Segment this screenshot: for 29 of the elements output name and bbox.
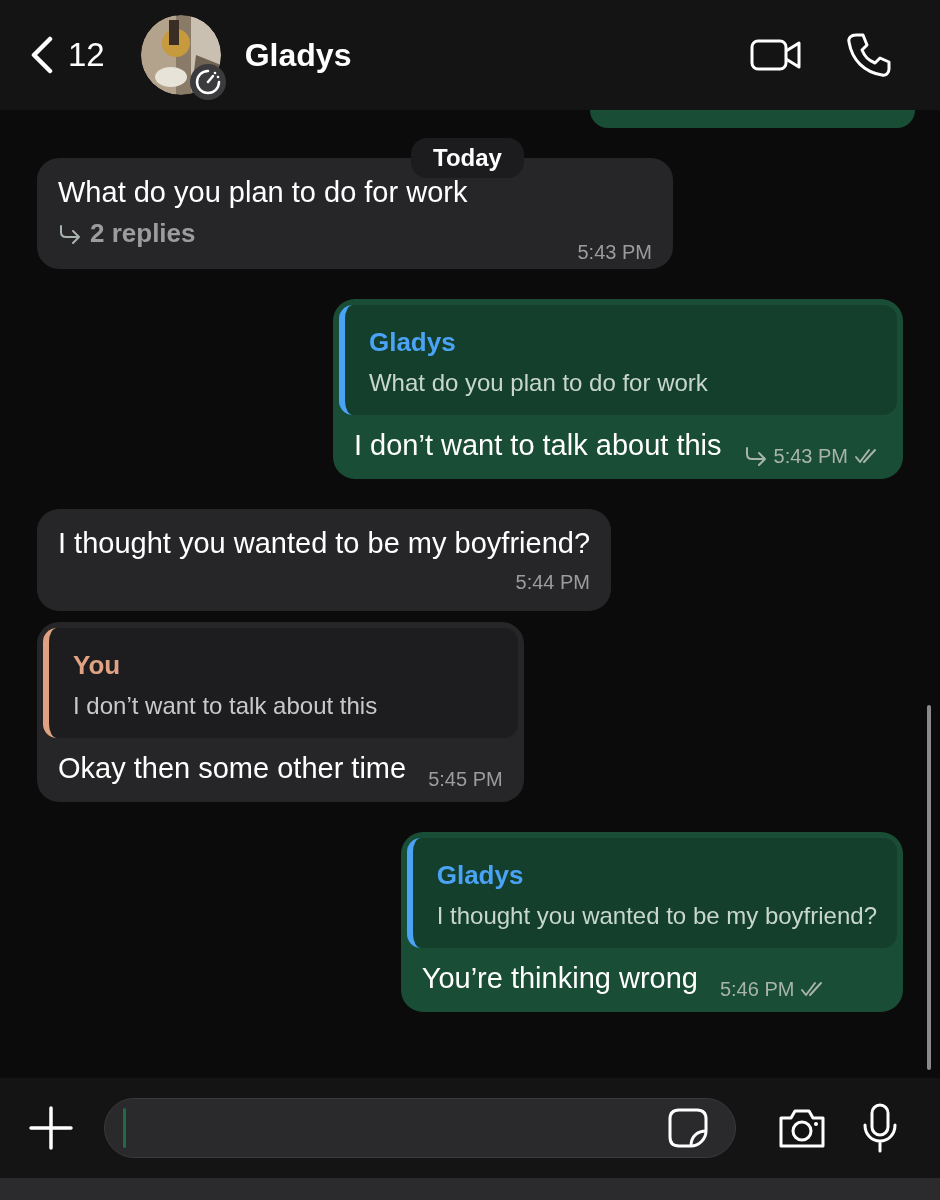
message-text: I thought you wanted to be my boyfriend? (58, 526, 590, 561)
phone-icon[interactable] (846, 32, 892, 78)
message-text: I don’t want to talk about this (353, 428, 722, 463)
message-time: 5:46 PM (719, 977, 795, 1002)
quoted-message[interactable]: You I don’t want to talk about this (43, 628, 518, 738)
message-text: What do you plan to do for work (58, 175, 468, 210)
message-time: 5:43 PM (577, 240, 652, 265)
video-call-icon[interactable] (750, 38, 802, 72)
date-chip: Today (411, 138, 524, 178)
quote-author: Gladys (436, 860, 525, 890)
message-text: You’re thinking wrong (421, 961, 698, 996)
quote-text: What do you plan to do for work (368, 369, 709, 397)
sticker-icon[interactable] (667, 1107, 709, 1149)
contact-name[interactable]: Gladys (244, 31, 352, 79)
add-icon[interactable] (28, 1105, 74, 1151)
message-time: 5:44 PM (515, 570, 590, 595)
message-text: Okay then some other time (58, 751, 407, 786)
reply-arrow-icon (58, 223, 82, 244)
quote-text: I thought you wanted to be my boyfriend? (436, 902, 877, 930)
message-time: 5:43 PM (773, 444, 848, 469)
microphone-icon[interactable] (862, 1103, 898, 1153)
message-time: 5:45 PM (428, 767, 503, 792)
replies-link[interactable]: 2 replies (90, 214, 196, 253)
quoted-message[interactable]: Gladys I thought you wanted to be my boyfriend? (406, 838, 897, 948)
quote-author: You (73, 650, 122, 680)
quote-author: Gladys (368, 327, 457, 357)
back-button[interactable]: 12 (28, 30, 105, 80)
quote-text: I don’t want to talk about this (73, 692, 379, 720)
quoted-message[interactable]: Gladys What do you plan to do for work (338, 305, 897, 415)
